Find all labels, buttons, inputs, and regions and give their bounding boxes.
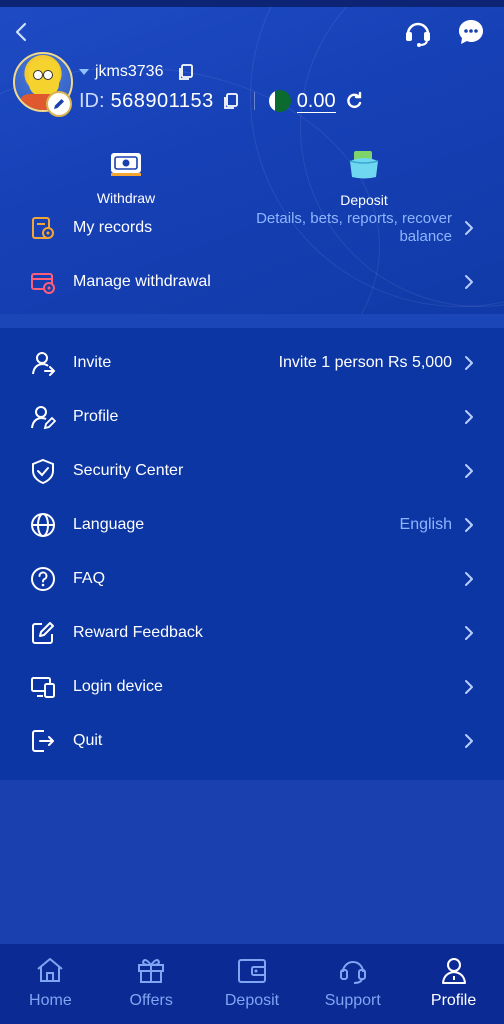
tab-label: Profile: [430, 992, 477, 1009]
user-icon: [441, 958, 466, 984]
tab-label: Support: [324, 992, 381, 1009]
copy-username-icon[interactable]: [177, 63, 195, 81]
pakistan-flag-icon: [268, 90, 291, 112]
menu-item-quit[interactable]: Quit: [0, 714, 504, 768]
menu-item-label: Language: [73, 516, 145, 533]
invite-reward-text: Invite 1 person Rs 5,000: [278, 354, 452, 371]
menu-item-label: Quit: [73, 732, 103, 749]
chevron-right-icon: [465, 518, 473, 532]
tab-profile[interactable]: Profile: [404, 954, 504, 1010]
settings-list: Invite Invite 1 person Rs 5,000 Profile …: [0, 328, 504, 780]
deposit-button[interactable]: Deposit: [304, 149, 424, 208]
edit-avatar-button[interactable]: [46, 91, 72, 117]
chevron-right-icon: [465, 356, 473, 370]
menu-item-profile[interactable]: Profile: [0, 390, 504, 444]
message-icon[interactable]: [456, 17, 486, 47]
divider: [253, 92, 255, 110]
copy-id-icon[interactable]: [222, 92, 240, 110]
card-settings-icon: [29, 268, 57, 296]
logout-icon: [29, 727, 57, 755]
menu-item-label: Security Center: [73, 462, 184, 479]
tab-label: Offers: [129, 992, 173, 1009]
devices-icon: [29, 673, 57, 701]
user-id: 568901153: [110, 89, 214, 112]
bottom-tab-bar: Home Offers Deposit Support Profile: [0, 944, 504, 1024]
menu-item-label: Invite: [73, 354, 112, 371]
tab-label: Deposit: [224, 992, 280, 1009]
chevron-right-icon: [465, 221, 473, 235]
menu-item-language[interactable]: Language English: [0, 498, 504, 552]
edit-square-icon: [29, 619, 57, 647]
tab-home[interactable]: Home: [0, 954, 100, 1010]
profile-header: jkms3736 ID: 568901153 0.00 Withdraw Dep…: [0, 7, 504, 314]
current-language: English: [399, 516, 452, 533]
tab-label: Home: [29, 992, 72, 1009]
menu-item-my-records[interactable]: My records Details, bets, reports, recov…: [0, 201, 504, 255]
withdraw-button[interactable]: Withdraw: [66, 149, 186, 206]
menu-item-login-device[interactable]: Login device: [0, 660, 504, 714]
profile-edit-icon: [29, 403, 57, 431]
records-description: Details, bets, reports, recover balance: [256, 210, 452, 245]
menu-item-faq[interactable]: FAQ: [0, 552, 504, 606]
menu-item-reward-feedback[interactable]: Reward Feedback: [0, 606, 504, 660]
menu-item-label: My records: [73, 219, 153, 236]
status-strip: [0, 0, 504, 7]
tab-support[interactable]: Support: [303, 954, 403, 1010]
gift-icon: [138, 959, 165, 983]
chevron-right-icon: [465, 275, 473, 289]
back-button[interactable]: [10, 19, 32, 45]
menu-item-label: Manage withdrawal: [73, 273, 211, 290]
wallet-icon: [237, 959, 266, 983]
menu-item-security-center[interactable]: Security Center: [0, 444, 504, 498]
chevron-right-icon: [465, 734, 473, 748]
menu-item-label: Profile: [73, 408, 119, 425]
username: jkms3736: [95, 63, 164, 80]
id-row: ID: 568901153 0.00: [79, 87, 364, 115]
vip-caret-icon: [79, 69, 89, 75]
menu-item-label: Reward Feedback: [73, 624, 203, 641]
chevron-right-icon: [465, 680, 473, 694]
section-divider: [0, 314, 504, 328]
records-icon: [29, 214, 57, 242]
refresh-balance-icon[interactable]: [344, 91, 364, 111]
globe-icon: [29, 511, 57, 539]
chevron-right-icon: [465, 626, 473, 640]
username-row: jkms3736: [79, 61, 195, 83]
tab-deposit[interactable]: Deposit: [202, 954, 302, 1010]
chevron-right-icon: [465, 464, 473, 478]
menu-item-label: Login device: [73, 678, 163, 695]
pencil-icon: [54, 99, 64, 109]
deposit-wallet-icon: [349, 151, 379, 179]
customer-service-icon[interactable]: [402, 17, 434, 49]
id-label: ID:: [79, 89, 105, 112]
balance-value: 0.00: [296, 89, 336, 113]
chevron-right-icon: [465, 572, 473, 586]
chevron-right-icon: [465, 410, 473, 424]
home-icon: [37, 958, 64, 982]
withdraw-icon: [111, 153, 141, 176]
menu-item-manage-withdrawal[interactable]: Manage withdrawal: [0, 255, 504, 309]
headset-icon: [339, 961, 366, 984]
invite-user-icon: [29, 349, 57, 377]
menu-item-invite[interactable]: Invite Invite 1 person Rs 5,000: [0, 336, 504, 390]
shield-check-icon: [29, 457, 57, 485]
tab-offers[interactable]: Offers: [101, 954, 201, 1010]
question-circle-icon: [29, 565, 57, 593]
menu-item-label: FAQ: [73, 570, 106, 587]
